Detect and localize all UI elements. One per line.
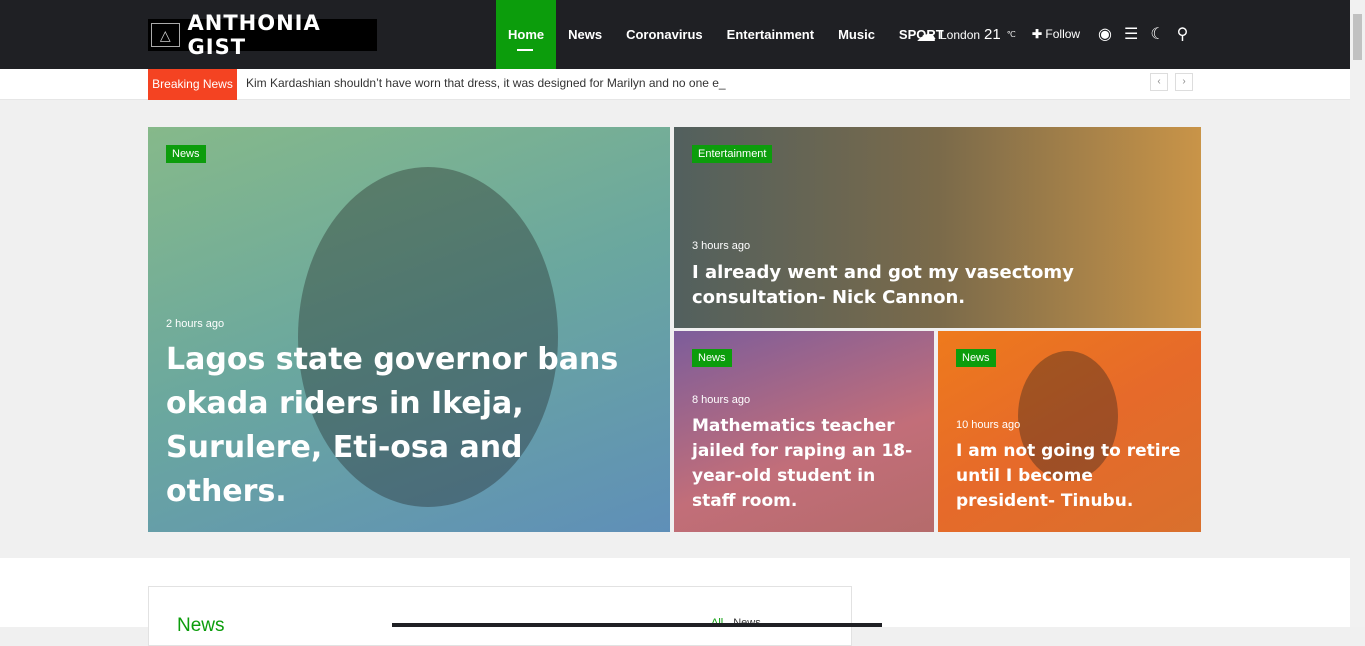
follow-label: Follow	[1045, 27, 1081, 41]
logo-mark-icon: △	[151, 23, 180, 47]
follow-button[interactable]: ✚ Follow	[1032, 27, 1080, 41]
plus-icon: ✚	[1032, 27, 1043, 41]
featured-article[interactable]: Entertainment 3 hours ago I already went…	[674, 127, 1201, 328]
featured-article[interactable]: News 2 hours ago Lagos state governor ba…	[148, 127, 670, 532]
nav-music[interactable]: Music	[826, 0, 887, 69]
category-badge[interactable]: News	[692, 349, 732, 367]
bottom-bar	[392, 623, 882, 627]
category-badge[interactable]: News	[956, 349, 996, 367]
article-title[interactable]: Mathematics teacher jailed for raping an…	[692, 414, 916, 514]
article-title[interactable]: I am not going to retire until I become …	[956, 439, 1183, 514]
site-logo[interactable]: △ ANTHONIA GIST	[148, 11, 377, 59]
article-time: 3 hours ago	[692, 240, 751, 252]
article-title[interactable]: Lagos state governor bans okada riders i…	[166, 338, 652, 514]
scrollbar[interactable]	[1350, 0, 1365, 627]
moon-icon[interactable]: ☾	[1150, 24, 1164, 44]
cloud-sun-icon: ☁	[916, 24, 936, 46]
nav-entertainment[interactable]: Entertainment	[715, 0, 826, 69]
logo-text: ANTHONIA GIST	[187, 11, 321, 59]
featured-article[interactable]: News 10 hours ago I am not going to reti…	[938, 331, 1201, 532]
featured-article[interactable]: News 8 hours ago Mathematics teacher jai…	[674, 331, 934, 532]
nav-coronavirus[interactable]: Coronavirus	[614, 0, 715, 69]
ticker-prev-button[interactable]: ‹	[1150, 73, 1168, 91]
menu-icon[interactable]: ☰	[1124, 24, 1138, 44]
block-title: News	[177, 615, 225, 636]
weather-temp: 21	[984, 26, 1001, 43]
breaking-news-ticker: Breaking News Kim Kardashian shouldn’t h…	[0, 69, 1350, 100]
nav-home[interactable]: Home	[496, 0, 557, 69]
main-nav: Home News Coronavirus Entertainment Musi…	[496, 0, 956, 69]
scrollbar-thumb[interactable]	[1353, 14, 1362, 60]
article-time: 10 hours ago	[956, 419, 1021, 431]
header: △ ANTHONIA GIST Home News Coronavirus Ent…	[0, 0, 1350, 69]
category-badge[interactable]: Entertainment	[692, 145, 773, 163]
article-title[interactable]: I already went and got my vasectomy cons…	[692, 260, 1183, 310]
search-icon[interactable]: ⚲	[1177, 24, 1189, 44]
ticker-next-button[interactable]: ›	[1175, 73, 1193, 91]
weather-widget: ☁ London 21 ℃	[916, 22, 1016, 47]
category-badge[interactable]: News	[166, 145, 206, 163]
nav-news[interactable]: News	[556, 0, 614, 69]
article-time: 2 hours ago	[166, 318, 225, 330]
article-time: 8 hours ago	[692, 394, 751, 406]
ticker-headline[interactable]: Kim Kardashian shouldn’t have worn that …	[246, 69, 726, 98]
breaking-news-label: Breaking News	[148, 69, 237, 100]
weather-city: London	[940, 27, 981, 42]
user-icon[interactable]: ◉	[1098, 24, 1112, 44]
news-block: News AllNews	[148, 586, 852, 646]
weather-unit: ℃	[1006, 30, 1016, 39]
